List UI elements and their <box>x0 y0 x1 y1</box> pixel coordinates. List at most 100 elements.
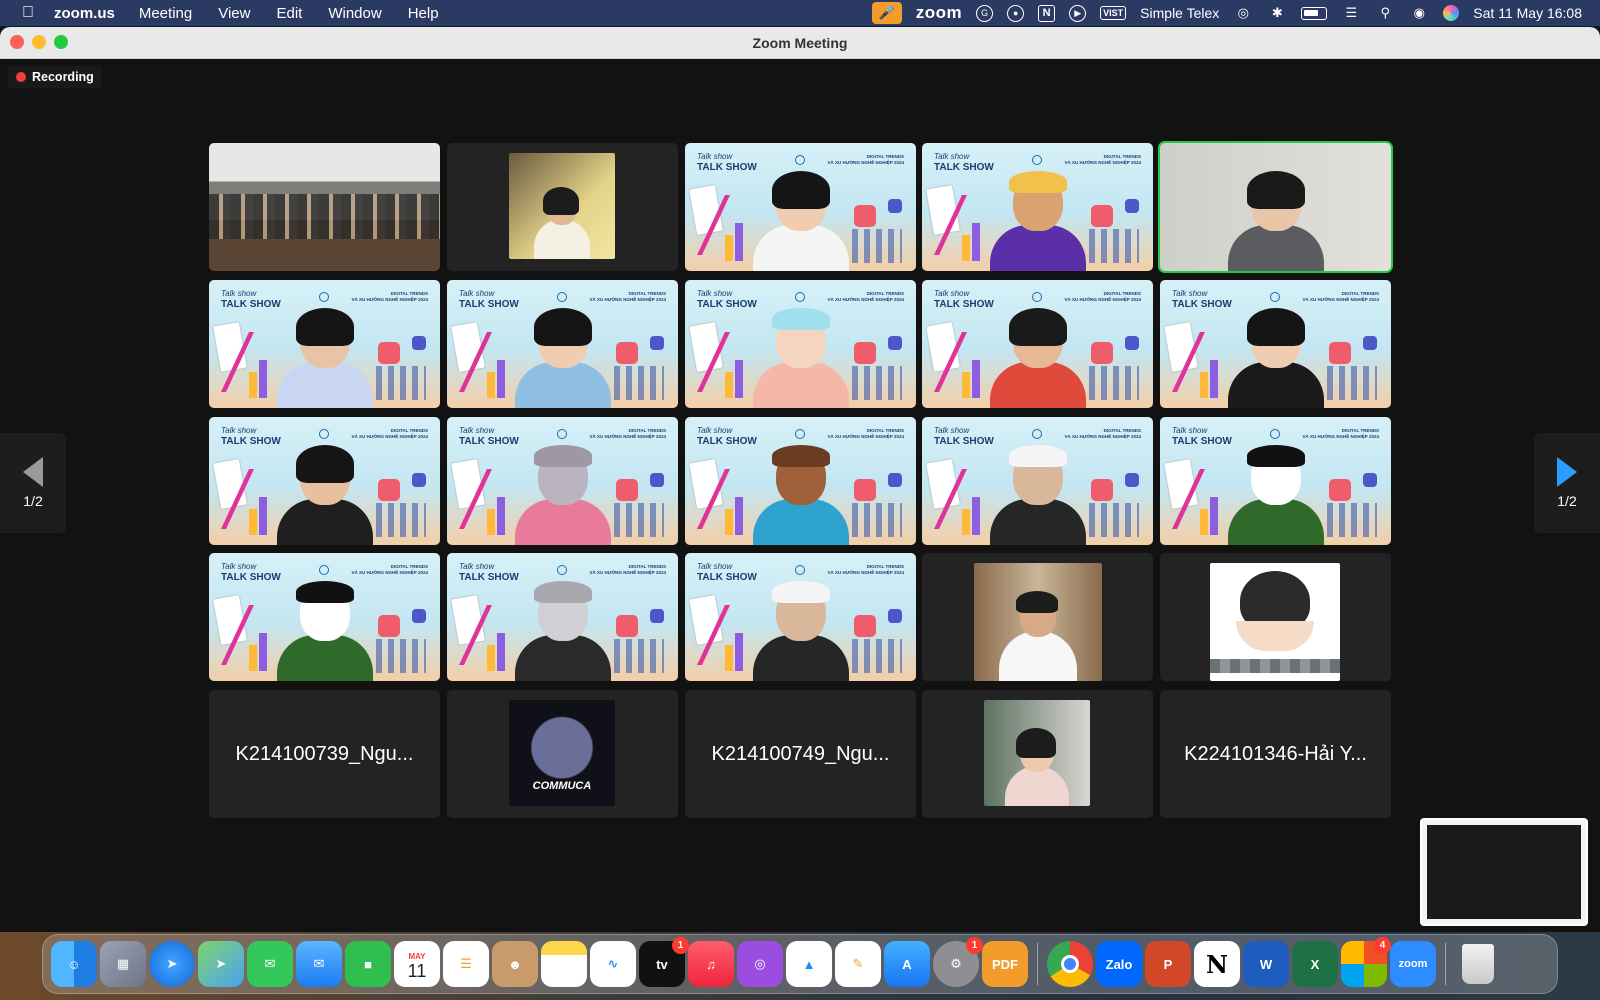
participant-video-tile[interactable]: Talk show TALK SHOW DIGITAL TRENDS VÀ XU HƯ… <box>447 417 678 545</box>
apple-menu-icon[interactable]:  <box>22 4 34 22</box>
participant-video-tile[interactable]: Talk show TALK SHOW DIGITAL TRENDS VÀ XU HƯ… <box>685 143 916 271</box>
talkshow-script: Talk show <box>934 289 970 298</box>
participant-video-tile[interactable]: Talk show TALK SHOW DIGITAL TRENDS VÀ XU HƯ… <box>1160 280 1391 408</box>
participant-video-tile[interactable]: Talk show TALK SHOW DIGITAL TRENDS VÀ XU HƯ… <box>447 280 678 408</box>
puzzle-illustration <box>650 473 664 487</box>
person-figure <box>534 187 590 259</box>
close-window-button[interactable] <box>10 35 24 49</box>
maps-icon[interactable]: ➤ <box>198 941 244 987</box>
podcasts-icon[interactable]: ◎ <box>737 941 783 987</box>
fullscreen-window-button[interactable] <box>54 35 68 49</box>
puzzle-illustration <box>1125 336 1139 350</box>
participant-video-tile[interactable]: Talk show TALK SHOW DIGITAL TRENDS VÀ XU HƯ… <box>447 553 678 681</box>
participant-tile-name-only[interactable]: K214100749_Ngu... <box>685 690 916 818</box>
participant-video-tile[interactable]: Talk show TALK SHOW DIGITAL TRENDS VÀ XU HƯ… <box>209 280 440 408</box>
participant-video-tile[interactable]: Talk show TALK SHOW DIGITAL TRENDS VÀ XU HƯ… <box>922 280 1153 408</box>
facetime-icon[interactable]: ■ <box>345 941 391 987</box>
mail-icon[interactable]: ✉ <box>296 941 342 987</box>
trash-icon[interactable] <box>1455 941 1501 987</box>
grammarly-icon[interactable]: G <box>976 4 994 22</box>
zoom-dock-icon[interactable]: zoom <box>1390 941 1436 987</box>
recording-indicator[interactable]: Recording <box>8 66 102 88</box>
participant-tile-name-only[interactable]: K214100739_Ngu... <box>209 690 440 818</box>
participant-video-tile[interactable] <box>922 690 1153 818</box>
input-method-label[interactable]: Simple Telex <box>1140 5 1219 21</box>
participant-video-tile[interactable]: Talk show TALK SHOW DIGITAL TRENDS VÀ XU HƯ… <box>922 417 1153 545</box>
contacts-icon[interactable]: ☻ <box>492 941 538 987</box>
wifi-icon[interactable]: ☰ <box>1341 3 1361 23</box>
head <box>533 581 592 641</box>
talkshow-script: Talk show <box>459 562 495 571</box>
participant-video-tile[interactable]: COMMUCA <box>447 690 678 818</box>
app-store-icon[interactable]: A <box>884 941 930 987</box>
pdf-expert-icon[interactable]: PDF <box>982 941 1028 987</box>
menu-window[interactable]: Window <box>328 5 381 22</box>
profile-photo <box>984 700 1090 806</box>
participant-video-tile[interactable] <box>1160 553 1391 681</box>
participant-video-tile[interactable] <box>209 143 440 271</box>
microsoft-office-icon[interactable]: 4 <box>1341 937 1391 987</box>
self-view-thumbnail[interactable] <box>1420 818 1588 926</box>
avatar-figure <box>752 581 849 681</box>
camera-lens-icon[interactable]: ● <box>1007 4 1025 22</box>
participant-video-tile[interactable]: Talk show TALK SHOW DIGITAL TRENDS VÀ XU HƯ… <box>1160 417 1391 545</box>
microphone-in-use-icon[interactable]: 🎤 <box>871 2 902 24</box>
notion-dock-icon[interactable]: N <box>1194 941 1240 987</box>
profile-photo <box>974 563 1102 681</box>
app-menu[interactable]: zoom.us <box>54 5 115 22</box>
talkshow-title: Talk show TALK SHOW <box>459 425 519 447</box>
safari-icon[interactable]: ➤ <box>149 941 195 987</box>
next-page-button[interactable]: 1/2 <box>1534 433 1600 533</box>
previous-page-button[interactable]: 1/2 <box>0 433 66 533</box>
people-illustration <box>852 639 902 673</box>
participant-video-tile[interactable] <box>1158 141 1393 273</box>
play-icon[interactable]: ▶ <box>1069 4 1087 22</box>
minimize-window-button[interactable] <box>32 35 46 49</box>
keynote-icon[interactable]: ▲ <box>786 941 832 987</box>
bluetooth-icon[interactable]: ✱ <box>1267 3 1287 23</box>
system-settings-icon[interactable]: ⚙ 1 <box>933 937 983 987</box>
notion-icon[interactable]: N <box>1038 4 1056 22</box>
spotlight-search-icon[interactable]: ⚲ <box>1375 3 1395 23</box>
powerpoint-icon[interactable]: P <box>1145 941 1191 987</box>
participant-video-tile[interactable]: Talk show TALK SHOW DIGITAL TRENDS VÀ XU HƯ… <box>209 417 440 545</box>
notes-icon[interactable] <box>541 941 587 987</box>
zoom-status-item[interactable]: zoom <box>916 3 962 23</box>
battery-icon[interactable] <box>1301 6 1328 20</box>
participant-video-tile[interactable] <box>447 143 678 271</box>
siri-icon[interactable] <box>1443 5 1460 21</box>
participant-video-tile[interactable]: Talk show TALK SHOW DIGITAL TRENDS VÀ XU HƯ… <box>209 553 440 681</box>
participant-video-tile[interactable]: Talk show TALK SHOW DIGITAL TRENDS VÀ XU HƯ… <box>922 143 1153 271</box>
launchpad-icon[interactable]: ▦ <box>100 941 146 987</box>
participant-video-tile[interactable]: Talk show TALK SHOW DIGITAL TRENDS VÀ XU HƯ… <box>685 417 916 545</box>
freeform-icon[interactable]: ∿ <box>590 941 636 987</box>
zalo-icon[interactable]: Zalo <box>1096 941 1142 987</box>
menu-edit[interactable]: Edit <box>276 5 302 22</box>
airdrop-icon[interactable]: ◎ <box>1233 3 1253 23</box>
music-icon[interactable]: ♫ <box>688 941 734 987</box>
calendar-icon[interactable]: MAY 11 <box>394 941 440 987</box>
reminders-icon[interactable]: ☰ <box>443 941 489 987</box>
excel-icon[interactable]: X <box>1292 941 1338 987</box>
participant-tile-name-only[interactable]: K224101346-Hải Y... <box>1160 690 1391 818</box>
person-figure <box>1227 308 1324 408</box>
menu-clock[interactable]: Sat 11 May 16:08 <box>1473 5 1582 21</box>
notion-letter: N <box>1206 949 1228 979</box>
menu-view[interactable]: View <box>218 5 250 22</box>
word-icon[interactable]: W <box>1243 941 1289 987</box>
control-center-icon[interactable]: ◉ <box>1409 3 1429 23</box>
pages-icon[interactable]: ✎ <box>835 941 881 987</box>
participant-video-tile[interactable]: Talk show TALK SHOW DIGITAL TRENDS VÀ XU HƯ… <box>685 553 916 681</box>
menu-bar:  zoom.us Meeting View Edit Window Help … <box>0 0 1600 26</box>
chrome-icon[interactable] <box>1047 941 1093 987</box>
head <box>533 308 592 368</box>
apple-tv-icon[interactable]: tv 1 <box>639 937 689 987</box>
puzzle-illustration <box>412 609 426 623</box>
participant-video-tile[interactable] <box>922 553 1153 681</box>
messages-icon[interactable]: ✉ <box>247 941 293 987</box>
menu-help[interactable]: Help <box>408 5 439 22</box>
finder-icon[interactable]: ☺ <box>51 941 97 987</box>
participant-video-tile[interactable]: Talk show TALK SHOW DIGITAL TRENDS VÀ XU HƯ… <box>685 280 916 408</box>
input-method-icon[interactable]: VIST <box>1100 6 1127 20</box>
menu-meeting[interactable]: Meeting <box>139 5 192 22</box>
